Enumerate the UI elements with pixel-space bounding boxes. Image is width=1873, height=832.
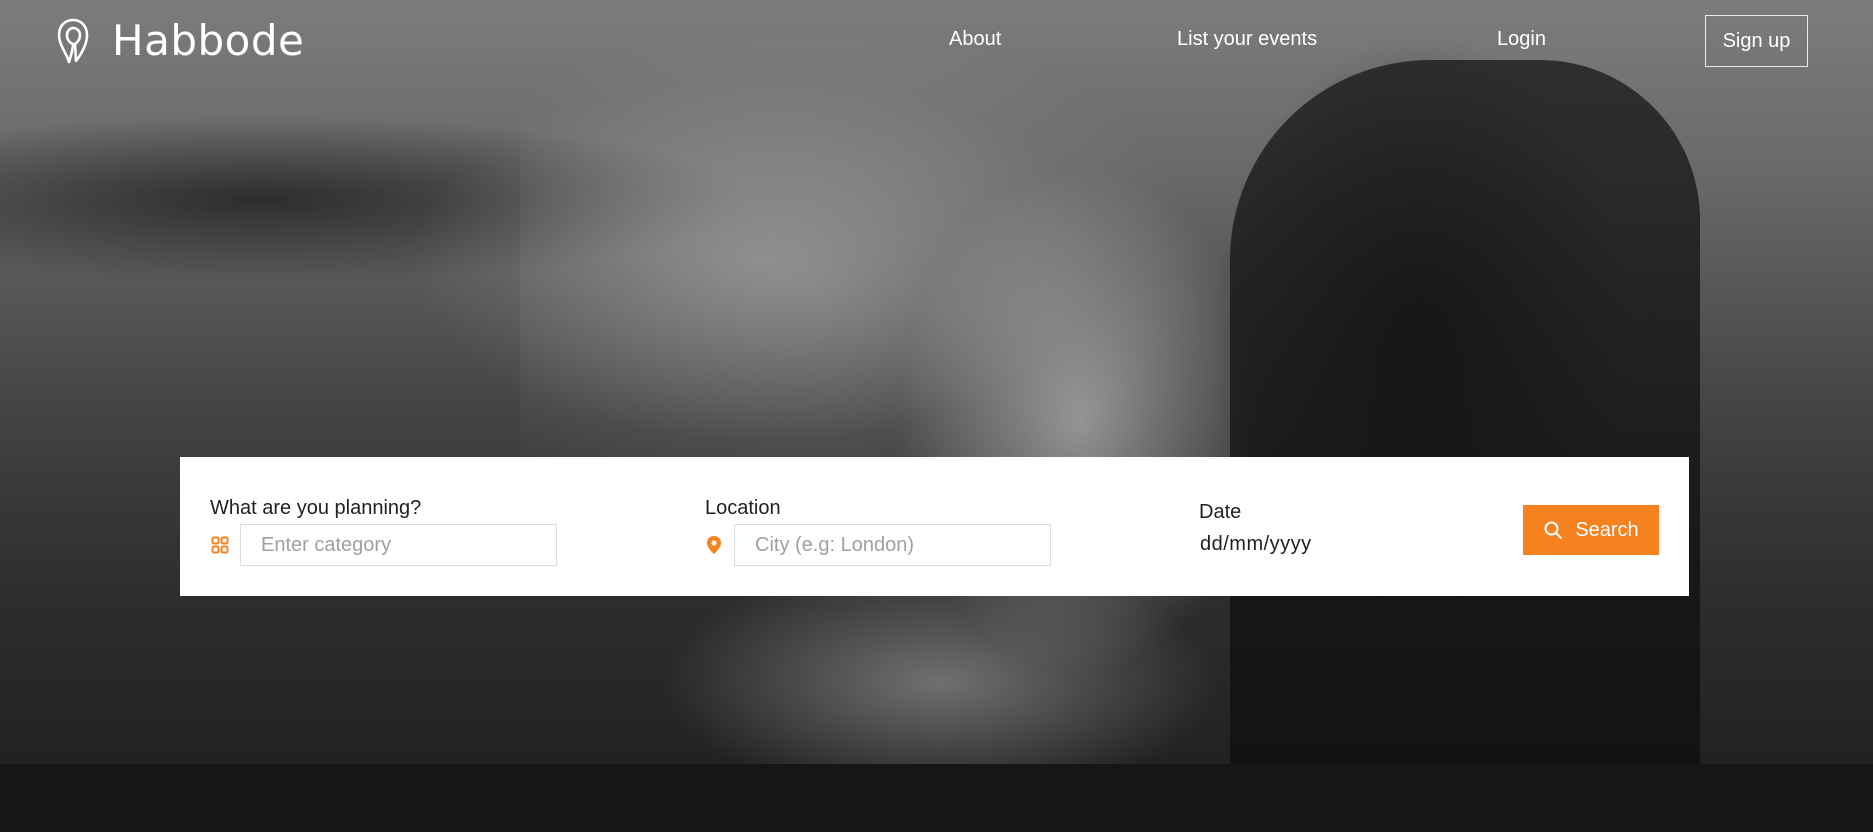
category-input[interactable] bbox=[240, 524, 557, 566]
hero-groom-silhouette bbox=[1230, 60, 1700, 764]
category-grid-icon bbox=[211, 536, 229, 554]
nav-about-link[interactable]: About bbox=[949, 28, 1001, 51]
date-input[interactable]: dd/mm/yyyy bbox=[1200, 533, 1312, 556]
search-button[interactable]: Search bbox=[1523, 505, 1659, 555]
signup-button[interactable]: Sign up bbox=[1705, 15, 1808, 67]
search-button-label: Search bbox=[1575, 518, 1639, 541]
event-search-panel: What are you planning? Location Date dd/… bbox=[180, 457, 1689, 596]
brand-name: Habbode bbox=[112, 16, 305, 65]
map-pin-icon bbox=[705, 535, 723, 554]
top-navbar: Habbode About List your events Login Sig… bbox=[0, 0, 1873, 82]
brand-logo[interactable]: Habbode bbox=[56, 16, 304, 65]
planning-label: What are you planning? bbox=[210, 497, 422, 519]
footer-band bbox=[0, 764, 1873, 832]
location-pin-outline-icon bbox=[56, 17, 90, 65]
city-input[interactable] bbox=[734, 524, 1051, 566]
hero-background-image bbox=[0, 0, 1873, 764]
search-icon bbox=[1543, 520, 1563, 540]
nav-login-link[interactable]: Login bbox=[1497, 28, 1546, 51]
nav-list-events-link[interactable]: List your events bbox=[1177, 28, 1317, 51]
location-label: Location bbox=[705, 497, 781, 519]
date-label: Date bbox=[1199, 501, 1242, 523]
